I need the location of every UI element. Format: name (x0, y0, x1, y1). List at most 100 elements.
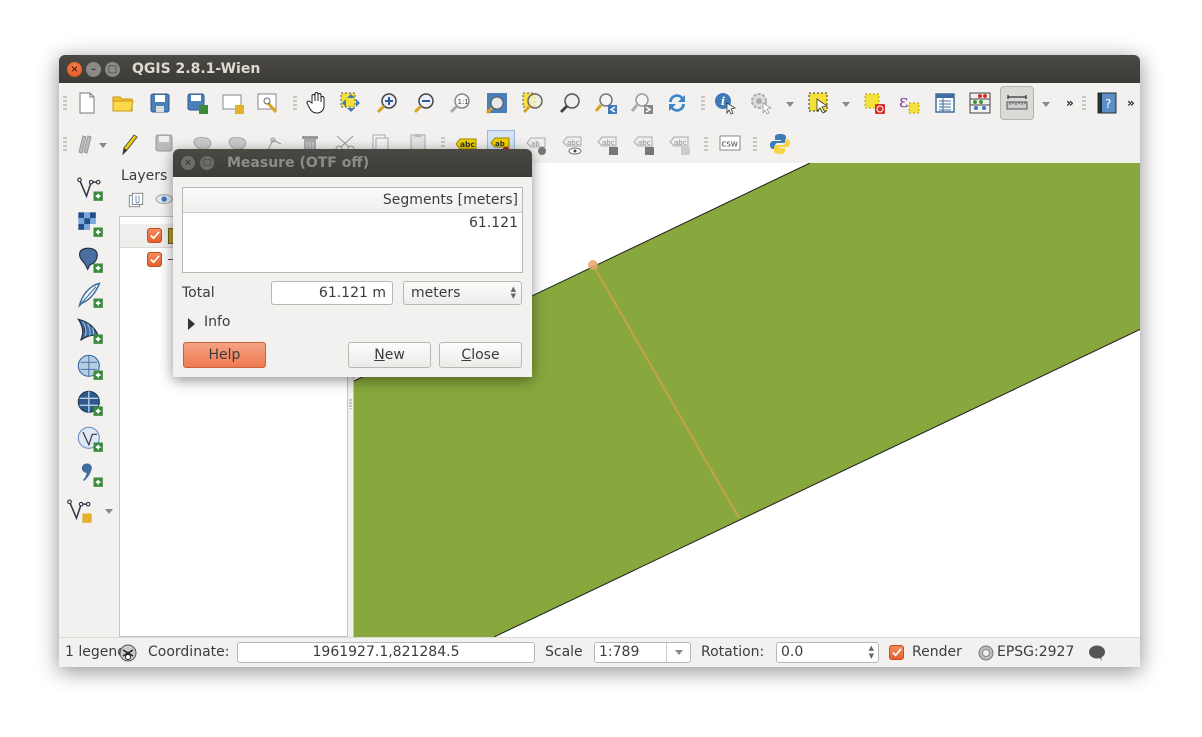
rotation-spin-arrows[interactable]: ▲ ▼ (869, 644, 874, 660)
new-layer-dropdown-icon[interactable] (105, 509, 113, 514)
scale-dropdown-icon[interactable] (666, 643, 690, 662)
pan-to-selection-icon[interactable] (337, 89, 365, 117)
select-dropdown-icon[interactable] (842, 102, 850, 107)
layer-visibility-checkbox[interactable] (147, 228, 162, 243)
units-selected-value: meters (411, 285, 461, 301)
close-button-label: lose (471, 347, 500, 363)
save-project-icon[interactable] (146, 89, 174, 117)
zoom-to-layer-icon[interactable] (556, 89, 584, 117)
pan-map-icon[interactable] (303, 89, 331, 117)
move-label-icon[interactable]: abc (594, 130, 622, 158)
toggle-editing-icon[interactable] (115, 130, 143, 158)
current-edits-icon[interactable] (73, 130, 101, 158)
measure-dialog-titlebar[interactable]: × □ Measure (OTF off) (173, 149, 532, 177)
select-features-icon[interactable] (804, 88, 834, 118)
rotation-value: 0.0 (781, 644, 804, 660)
csw-metasearch-icon[interactable]: CSW (716, 130, 744, 158)
zoom-last-icon[interactable] (592, 89, 620, 117)
zoom-in-icon[interactable] (373, 89, 401, 117)
toolbar-grip[interactable] (63, 96, 67, 110)
zoom-out-icon[interactable] (410, 89, 438, 117)
units-select-arrows-icon: ▲ ▼ (510, 285, 516, 300)
zoom-full-icon[interactable] (483, 89, 511, 117)
python-console-icon[interactable] (766, 130, 794, 158)
add-mssql-layer-icon[interactable] (75, 316, 105, 346)
zoom-next-icon[interactable] (628, 89, 656, 117)
info-toggle[interactable]: Info (204, 314, 231, 330)
toolbar-grip[interactable] (293, 96, 297, 110)
composer-manager-icon[interactable] (254, 89, 282, 117)
toolbar-grip[interactable] (1082, 96, 1086, 110)
refresh-icon[interactable] (663, 89, 691, 117)
attribute-table-icon[interactable] (931, 89, 959, 117)
segments-column-header[interactable]: Segments [meters] (183, 188, 522, 213)
rotate-label-icon[interactable]: abc (630, 130, 658, 158)
add-wms-layer-icon[interactable] (75, 352, 105, 382)
render-label: Render (912, 644, 962, 660)
field-calculator-icon[interactable] (966, 89, 994, 117)
toolbar-grip[interactable] (704, 137, 708, 151)
current-edits-dropdown-icon[interactable] (99, 143, 107, 148)
window-minimize-button[interactable]: – (86, 62, 101, 77)
action-dropdown-icon[interactable] (786, 102, 794, 107)
dialog-maximize-icon[interactable]: □ (200, 156, 214, 170)
measure-dropdown-icon[interactable] (1042, 102, 1050, 107)
add-group-icon[interactable] (127, 191, 145, 213)
toolbar-overflow-icon[interactable]: » (1066, 96, 1074, 110)
help-icon[interactable]: ? (1093, 89, 1121, 117)
zoom-to-selection-icon[interactable] (519, 89, 547, 117)
main-toolbar: 1:1 i ε » ? » (59, 84, 1140, 122)
add-vector-layer-icon[interactable] (75, 173, 105, 203)
add-delimited-text-layer-icon[interactable] (75, 459, 105, 489)
add-spatialite-layer-icon[interactable] (75, 280, 105, 310)
new-shapefile-layer-icon[interactable] (65, 495, 95, 525)
messages-icon[interactable] (1088, 645, 1106, 665)
add-postgis-layer-icon[interactable] (75, 245, 105, 275)
toolbar-grip[interactable] (753, 137, 757, 151)
deselect-features-icon[interactable] (860, 89, 888, 117)
toolbar-overflow-icon-2[interactable]: » (1127, 96, 1135, 110)
info-expand-icon[interactable] (188, 318, 195, 330)
add-wcs-layer-icon[interactable] (75, 388, 105, 418)
layer-visibility-checkbox[interactable] (147, 252, 162, 267)
help-button[interactable]: Help (183, 342, 266, 368)
segment-row[interactable]: 61.121 (183, 213, 522, 231)
crs-status-button[interactable]: EPSG:2927 (997, 644, 1074, 660)
title-bar: × – □ QGIS 2.8.1-Wien (59, 55, 1140, 83)
total-label: Total (182, 285, 215, 301)
svg-text:ab: ab (531, 140, 540, 148)
window-maximize-button[interactable]: □ (105, 62, 120, 77)
run-feature-action-icon[interactable] (747, 89, 775, 117)
crs-globe-icon[interactable] (978, 645, 994, 665)
show-hide-labels-icon[interactable]: abc (559, 130, 587, 158)
identify-features-icon[interactable]: i (711, 89, 739, 117)
render-checkbox[interactable] (889, 645, 904, 660)
svg-text:abc: abc (674, 139, 687, 147)
add-wfs-layer-icon[interactable] (75, 424, 105, 454)
open-project-icon[interactable] (109, 89, 137, 117)
new-project-icon[interactable] (73, 89, 101, 117)
svg-text:ε: ε (899, 91, 908, 112)
add-raster-layer-icon[interactable] (75, 209, 105, 239)
measure-vertex (588, 260, 598, 270)
select-by-expression-icon[interactable]: ε (895, 89, 923, 117)
dialog-close-icon[interactable]: × (181, 156, 195, 170)
change-label-icon[interactable]: abc (666, 130, 694, 158)
window-close-button[interactable]: × (67, 62, 82, 77)
measure-line-icon[interactable] (1000, 86, 1034, 120)
save-project-as-icon[interactable] (183, 89, 211, 117)
coordinate-field[interactable]: 1961927.1,821284.5 (237, 642, 535, 663)
new-button[interactable]: New (348, 342, 431, 368)
coordinate-toggle-icon[interactable] (119, 644, 137, 666)
svg-text:ab: ab (495, 140, 505, 148)
new-print-composer-icon[interactable] (219, 89, 247, 117)
toolbar-grip[interactable] (63, 137, 67, 151)
close-button[interactable]: Close (439, 342, 522, 368)
zoom-native-icon[interactable]: 1:1 (446, 89, 474, 117)
manage-layers-toolbar (59, 163, 119, 633)
rotation-spinbox[interactable]: 0.0 ▲ ▼ (776, 642, 879, 663)
units-select[interactable]: meters ▲ ▼ (403, 281, 522, 305)
scale-combobox[interactable]: 1:789 (594, 642, 691, 663)
toolbar-grip[interactable] (701, 96, 705, 110)
total-value-field[interactable]: 61.121 m (271, 281, 393, 305)
